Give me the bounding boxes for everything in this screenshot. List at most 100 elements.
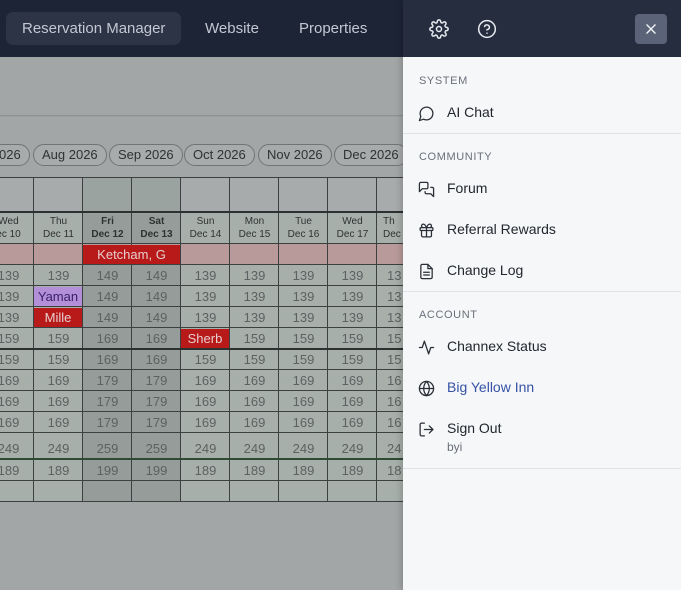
menu-item-forum[interactable]: Forum (403, 172, 681, 206)
rate-cell[interactable]: 189 (34, 460, 83, 481)
rate-cell[interactable]: 169 (34, 391, 83, 412)
menu-item-ai-chat[interactable]: AI Chat (403, 96, 681, 130)
rate-cell[interactable]: 169 (328, 412, 377, 433)
rate-cell[interactable]: 159 (279, 349, 328, 370)
nav-tab-website[interactable]: Website (189, 12, 275, 45)
rate-cell[interactable]: 149 (132, 307, 181, 328)
rate-cell[interactable]: 139 (230, 265, 279, 286)
rate-cell[interactable]: 169 (34, 370, 83, 391)
month-pill[interactable]: Oct 2026 (184, 144, 255, 166)
rate-cell[interactable]: 169 (181, 370, 230, 391)
rate-cell[interactable]: 199 (132, 460, 181, 481)
rate-cell[interactable]: 189 (230, 460, 279, 481)
month-pill[interactable]: Sep 2026 (109, 144, 183, 166)
rate-cell[interactable]: 149 (132, 286, 181, 307)
rate-cell[interactable]: 139 (0, 265, 33, 286)
rate-cell[interactable]: 159 (0, 328, 33, 349)
rate-cell[interactable]: 159 (279, 328, 328, 349)
rate-cell[interactable]: 139 (181, 286, 230, 307)
rate-cell[interactable]: 149 (132, 265, 181, 286)
rate-cell[interactable]: 169 (328, 391, 377, 412)
rate-cell[interactable]: 189 (328, 460, 377, 481)
menu-item-property[interactable]: Big Yellow Inn (403, 371, 681, 405)
rate-cell[interactable]: 159 (230, 349, 279, 370)
rate-cell[interactable]: 179 (132, 370, 181, 391)
reservation-block[interactable]: Ketcham, G (83, 245, 180, 264)
rate-cell[interactable]: 259 (83, 438, 132, 459)
menu-item-change-log[interactable]: Change Log (403, 254, 681, 288)
close-button[interactable] (635, 14, 667, 44)
rate-cell[interactable]: 139 (279, 307, 328, 328)
rate-cell[interactable]: 169 (132, 328, 181, 349)
rate-cell[interactable]: 169 (132, 349, 181, 370)
rate-cell[interactable]: 169 (181, 412, 230, 433)
rate-cell[interactable]: 259 (132, 438, 181, 459)
rate-cell[interactable]: 179 (83, 391, 132, 412)
rate-cell[interactable]: 139 (181, 307, 230, 328)
rate-cell[interactable]: 169 (83, 328, 132, 349)
rate-cell[interactable]: 189 (279, 460, 328, 481)
rate-cell[interactable]: 169 (230, 412, 279, 433)
rate-cell[interactable]: 139 (230, 307, 279, 328)
reservation-block[interactable]: Mille (34, 308, 82, 327)
menu-item-referral-rewards[interactable]: Referral Rewards (403, 213, 681, 247)
rate-cell[interactable]: 249 (34, 438, 83, 459)
rate-cell[interactable]: 249 (279, 438, 328, 459)
rate-cell[interactable]: 159 (328, 328, 377, 349)
month-pill[interactable]: 026 (0, 144, 30, 166)
rate-cell[interactable]: 249 (230, 438, 279, 459)
rate-cell[interactable]: 159 (0, 349, 33, 370)
rate-cell[interactable]: 249 (0, 438, 33, 459)
gear-icon[interactable] (428, 18, 450, 40)
rate-cell[interactable]: 139 (328, 265, 377, 286)
rate-cell[interactable]: 139 (279, 265, 328, 286)
menu-item-channex-status[interactable]: Channex Status (403, 330, 681, 364)
rate-cell[interactable]: 139 (34, 265, 83, 286)
rate-cell[interactable]: 139 (0, 286, 33, 307)
rate-cell[interactable]: 179 (132, 412, 181, 433)
rate-cell[interactable]: 139 (0, 307, 33, 328)
rate-cell[interactable]: 139 (181, 265, 230, 286)
month-pill[interactable]: Aug 2026 (33, 144, 107, 166)
menu-item-sign-out[interactable]: Sign Out byi (403, 412, 681, 458)
rate-cell[interactable]: 169 (230, 391, 279, 412)
rate-cell[interactable]: 169 (181, 391, 230, 412)
rate-cell[interactable]: 169 (34, 412, 83, 433)
rate-cell[interactable]: 139 (328, 307, 377, 328)
nav-tab-properties[interactable]: Properties (283, 12, 383, 45)
rate-cell[interactable]: 169 (0, 412, 33, 433)
rate-cell[interactable]: 169 (279, 391, 328, 412)
rate-cell[interactable]: 179 (83, 412, 132, 433)
rate-cell[interactable]: 179 (132, 391, 181, 412)
rate-cell[interactable]: 169 (279, 370, 328, 391)
rate-cell[interactable]: 139 (328, 286, 377, 307)
rate-cell[interactable]: 169 (279, 412, 328, 433)
rate-cell[interactable]: 159 (34, 328, 83, 349)
rate-cell[interactable]: 149 (83, 307, 132, 328)
rate-cell[interactable]: 179 (83, 370, 132, 391)
help-icon[interactable] (476, 18, 498, 40)
rate-cell[interactable]: 159 (34, 349, 83, 370)
rate-cell[interactable]: 169 (0, 370, 33, 391)
rate-cell[interactable]: 169 (230, 370, 279, 391)
rate-cell[interactable]: 139 (230, 286, 279, 307)
rate-cell[interactable]: 189 (0, 460, 33, 481)
rate-cell[interactable]: 169 (83, 349, 132, 370)
rate-cell[interactable]: 149 (83, 286, 132, 307)
rate-cell[interactable]: 169 (0, 391, 33, 412)
rate-cell[interactable]: 189 (181, 460, 230, 481)
rate-cell[interactable]: 139 (279, 286, 328, 307)
rate-cell[interactable]: 159 (230, 328, 279, 349)
reservation-block[interactable]: Yaman (34, 287, 82, 306)
month-pill[interactable]: Nov 2026 (258, 144, 332, 166)
rate-cell[interactable]: 159 (181, 349, 230, 370)
rate-cell[interactable]: 169 (328, 370, 377, 391)
rate-cell[interactable]: 159 (328, 349, 377, 370)
rate-cell[interactable]: 249 (181, 438, 230, 459)
reservation-block[interactable]: Sherb (181, 329, 229, 348)
rate-cell[interactable]: 249 (328, 438, 377, 459)
month-pill[interactable]: Dec 2026 (334, 144, 408, 166)
rate-cell[interactable]: 199 (83, 460, 132, 481)
nav-tab-reservation-manager[interactable]: Reservation Manager (6, 12, 182, 45)
rate-cell[interactable]: 149 (83, 265, 132, 286)
